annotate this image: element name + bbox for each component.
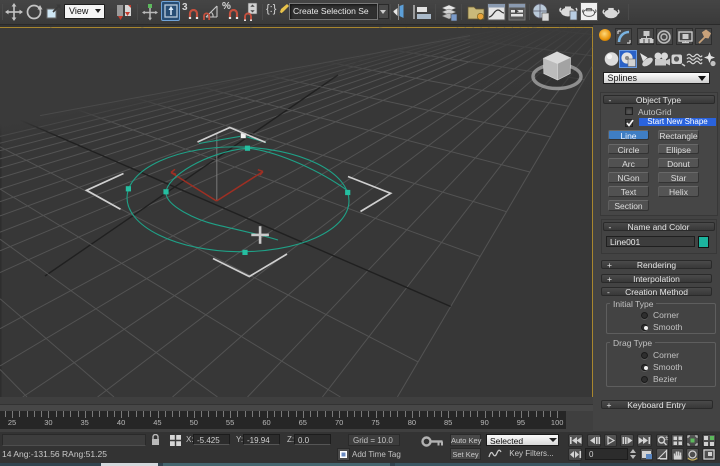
svg-text:±: ± <box>665 436 669 442</box>
